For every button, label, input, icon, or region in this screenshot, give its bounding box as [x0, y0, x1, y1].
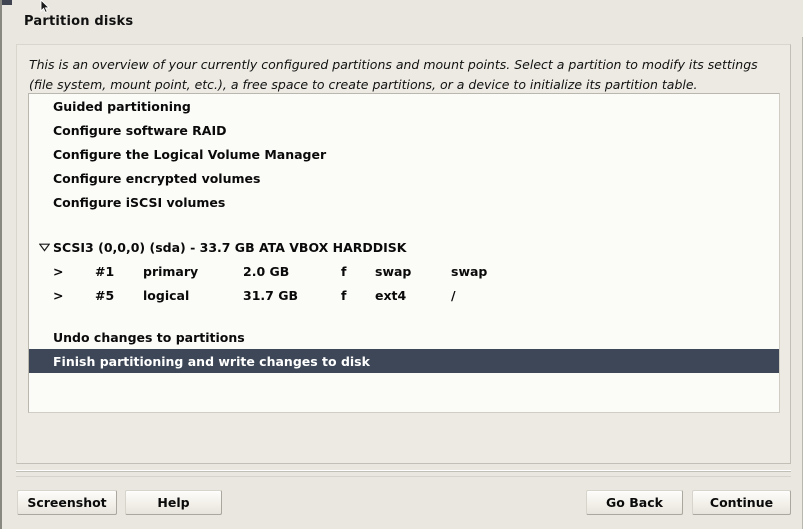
list-item-guided-partitioning[interactable]: Guided partitioning — [29, 94, 779, 118]
list-item-label: Undo changes to partitions — [53, 329, 245, 345]
list-item-label: Guided partitioning — [53, 98, 191, 114]
list-item-label: Configure software RAID — [53, 122, 227, 138]
content-panel: This is an overview of your currently co… — [16, 44, 791, 464]
page-title: Partition disks — [24, 13, 134, 29]
list-group-spacer — [29, 214, 779, 235]
list-item-label: Configure the Logical Volume Manager — [53, 146, 327, 162]
partition-type: logical — [143, 287, 190, 303]
partition-size: 31.7 GB — [243, 287, 298, 303]
partition-flags: f — [341, 287, 347, 303]
separator-line — [16, 471, 791, 472]
partition-filesystem: ext4 — [375, 287, 407, 303]
screenshot-button[interactable]: Screenshot — [17, 490, 117, 515]
partition-mountpoint: swap — [451, 263, 488, 279]
triangle-down-icon[interactable] — [35, 243, 53, 252]
list-item-configure-iscsi-volumes[interactable]: Configure iSCSI volumes — [29, 190, 779, 214]
list-item-configure-software-raid[interactable]: Configure software RAID — [29, 118, 779, 142]
description-line-2: (file system, mount point, etc.), a free… — [29, 77, 698, 92]
button-bar: Screenshot Help Go Back Continue — [2, 486, 803, 520]
description-line-1: This is an overview of your currently co… — [29, 57, 758, 72]
partition-mountpoint: / — [451, 287, 456, 303]
partition-expand-arrow[interactable]: > — [53, 288, 95, 303]
list-item-label: Configure iSCSI volumes — [53, 194, 226, 210]
partition-type: primary — [143, 263, 199, 279]
table-row[interactable]: > #5 logical 31.7 GB f ext4 / — [29, 283, 779, 307]
titlebar: Partition disks — [4, 5, 803, 37]
partition-number: #5 — [95, 287, 115, 303]
list-group-spacer — [29, 307, 779, 325]
partition-expand-arrow[interactable]: > — [53, 264, 95, 279]
list-item-configure-encrypted-volumes[interactable]: Configure encrypted volumes — [29, 166, 779, 190]
go-back-button[interactable]: Go Back — [586, 490, 683, 515]
list-item-configure-lvm[interactable]: Configure the Logical Volume Manager — [29, 142, 779, 166]
partition-filesystem: swap — [375, 263, 412, 279]
list-item-label: Configure encrypted volumes — [53, 170, 261, 186]
partition-list[interactable]: Guided partitioning Configure software R… — [28, 93, 780, 413]
partition-number: #1 — [95, 263, 115, 279]
partition-flags: f — [341, 263, 347, 279]
partition-disks-dialog: Partition disks This is an overview of y… — [0, 0, 803, 529]
list-item-label: Finish partitioning and write changes to… — [53, 353, 370, 369]
help-button[interactable]: Help — [125, 490, 222, 515]
list-item-finish-partitioning[interactable]: Finish partitioning and write changes to… — [29, 349, 779, 373]
continue-button[interactable]: Continue — [692, 490, 791, 515]
list-item-device-sda[interactable]: SCSI3 (0,0,0) (sda) - 33.7 GB ATA VBOX H… — [29, 235, 779, 259]
separator-line — [16, 476, 791, 477]
separator-group — [2, 468, 803, 478]
device-label: SCSI3 (0,0,0) (sda) - 33.7 GB ATA VBOX H… — [53, 239, 407, 255]
table-row[interactable]: > #1 primary 2.0 GB f swap swap — [29, 259, 779, 283]
partition-size: 2.0 GB — [243, 263, 290, 279]
description-text: This is an overview of your currently co… — [29, 55, 778, 95]
list-item-undo-changes[interactable]: Undo changes to partitions — [29, 325, 779, 349]
